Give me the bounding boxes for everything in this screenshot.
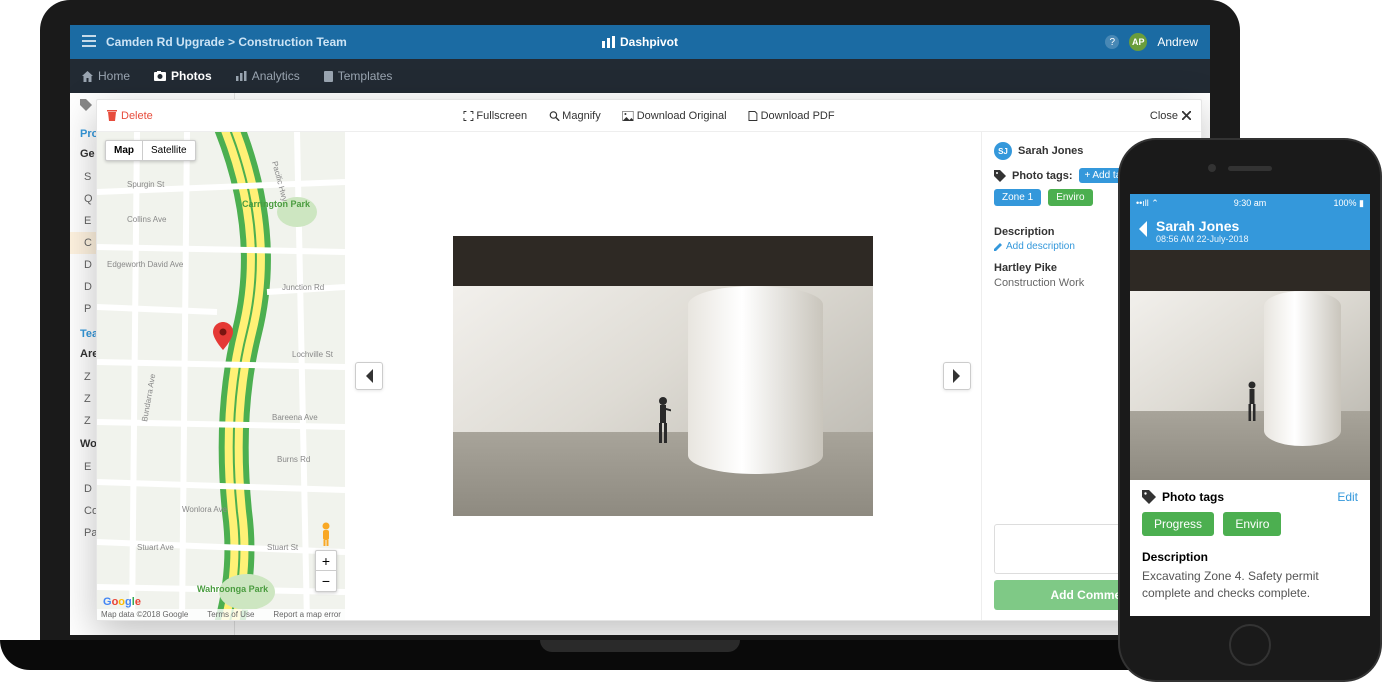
tag-enviro[interactable]: Enviro xyxy=(1048,189,1092,206)
map-panel[interactable]: Spurgin St Collins Ave Edgeworth David A… xyxy=(97,132,345,620)
svg-text:Stuart Ave: Stuart Ave xyxy=(137,543,174,552)
svg-text:Burns Rd: Burns Rd xyxy=(277,455,310,464)
expand-icon xyxy=(463,111,473,121)
tab-analytics[interactable]: Analytics xyxy=(236,69,300,83)
avatar[interactable]: AP xyxy=(1129,33,1147,51)
search-icon xyxy=(549,111,559,121)
phone-header: Sarah Jones 08:56 AM 22-July-2018 xyxy=(1130,212,1370,250)
brand-logo: Dashpivot xyxy=(602,35,678,49)
map-pin-icon xyxy=(213,322,233,350)
map-svg: Spurgin St Collins Ave Edgeworth David A… xyxy=(97,132,345,620)
tag-enviro[interactable]: Enviro xyxy=(1223,512,1281,536)
phone-frame: ••ıll ⌃ 9:30 am 100% ▮ Sarah Jones 08:56… xyxy=(1120,140,1380,680)
photo-viewer-modal: Delete Fullscreen Magnify Download Origi… xyxy=(96,99,1202,621)
bars-icon xyxy=(602,36,616,48)
zoom-control: + − xyxy=(315,550,337,592)
svg-text:Carrington Park: Carrington Park xyxy=(242,199,311,209)
tag-zone1[interactable]: Zone 1 xyxy=(994,189,1041,206)
person-figure xyxy=(655,396,671,446)
chevron-left-icon xyxy=(1138,221,1148,237)
close-icon xyxy=(1182,111,1191,120)
magnify-button[interactable]: Magnify xyxy=(549,110,601,122)
map-attribution: Map data ©2018 Google Terms of Use Repor… xyxy=(97,609,345,620)
svg-text:Wahroonga Park: Wahroonga Park xyxy=(197,584,269,594)
download-pdf-button[interactable]: Download PDF xyxy=(749,110,835,122)
status-time: 9:30 am xyxy=(1234,198,1267,208)
modal-toolbar: Delete Fullscreen Magnify Download Origi… xyxy=(97,100,1201,132)
home-button[interactable] xyxy=(1229,624,1271,666)
tag-progress[interactable]: Progress xyxy=(1142,512,1214,536)
svg-text:Stuart St: Stuart St xyxy=(267,543,299,552)
svg-text:Bareena Ave: Bareena Ave xyxy=(272,413,318,422)
user-name[interactable]: Andrew xyxy=(1157,35,1198,49)
back-button[interactable] xyxy=(1138,221,1148,242)
person-figure xyxy=(1245,381,1259,423)
signal-icon: ••ıll ⌃ xyxy=(1136,198,1159,209)
tab-photos[interactable]: Photos xyxy=(154,69,212,83)
zoom-out-button[interactable]: − xyxy=(316,571,336,591)
phone-description-heading: Description xyxy=(1142,550,1358,564)
fullscreen-button[interactable]: Fullscreen xyxy=(463,110,527,122)
user-name: Sarah Jones xyxy=(1018,145,1083,157)
battery-label: 100% ▮ xyxy=(1334,198,1364,209)
svg-text:Spurgin St: Spurgin St xyxy=(127,180,165,189)
pencil-icon xyxy=(994,242,1003,251)
tag-icon xyxy=(80,99,92,111)
phone-title: Sarah Jones xyxy=(1156,218,1249,234)
laptop-frame: Camden Rd Upgrade > Construction Team Da… xyxy=(40,0,1240,660)
map-type-toggle[interactable]: Map Satellite xyxy=(105,140,196,161)
prev-photo-button[interactable] xyxy=(355,362,383,390)
chevron-right-icon xyxy=(952,369,962,383)
phone-photo-image xyxy=(1130,250,1370,480)
phone-camera xyxy=(1208,164,1216,172)
phone-photo-tags-label: Photo tags xyxy=(1162,490,1224,504)
brand-name: Dashpivot xyxy=(620,35,678,49)
edit-tags-button[interactable]: Edit xyxy=(1337,490,1358,504)
photo-panel xyxy=(345,132,981,620)
plus-icon: + xyxy=(1085,170,1091,181)
file-icon xyxy=(749,111,758,121)
svg-text:Lochville St: Lochville St xyxy=(292,350,334,359)
tab-home[interactable]: Home xyxy=(82,69,130,83)
tag-icon xyxy=(1142,490,1156,504)
svg-text:Junction Rd: Junction Rd xyxy=(282,283,324,292)
next-photo-button[interactable] xyxy=(943,362,971,390)
chevron-left-icon xyxy=(364,369,374,383)
pegman-icon[interactable] xyxy=(317,522,335,546)
google-logo: Google xyxy=(103,596,141,608)
help-icon[interactable]: ? xyxy=(1105,35,1119,49)
delete-button[interactable]: Delete xyxy=(107,110,153,122)
photo-image xyxy=(453,236,873,516)
phone-subtitle: 08:56 AM 22-July-2018 xyxy=(1156,234,1249,244)
image-icon xyxy=(623,111,634,121)
top-bar: Camden Rd Upgrade > Construction Team Da… xyxy=(70,25,1210,59)
desktop-screen: Camden Rd Upgrade > Construction Team Da… xyxy=(70,25,1210,635)
laptop-trackpad-notch xyxy=(540,640,740,652)
nav-tabs: Home Photos Analytics Templates xyxy=(70,59,1210,93)
phone-body: Photo tags Edit Progress Enviro Descript… xyxy=(1130,480,1370,612)
download-original-button[interactable]: Download Original xyxy=(623,110,727,122)
phone-description-text: Excavating Zone 4. Safety permit complet… xyxy=(1142,568,1358,602)
tab-templates[interactable]: Templates xyxy=(324,69,393,83)
svg-text:Collins Ave: Collins Ave xyxy=(127,215,167,224)
close-button[interactable]: Close xyxy=(1150,110,1191,122)
breadcrumb[interactable]: Camden Rd Upgrade > Construction Team xyxy=(106,35,347,49)
svg-text:Edgeworth David Ave: Edgeworth David Ave xyxy=(107,260,184,269)
svg-text:Wonlora Ave: Wonlora Ave xyxy=(182,505,228,514)
trash-icon xyxy=(107,110,117,121)
phone-screen: ••ıll ⌃ 9:30 am 100% ▮ Sarah Jones 08:56… xyxy=(1130,194,1370,616)
user-avatar: SJ xyxy=(994,142,1012,160)
map-tab-satellite[interactable]: Satellite xyxy=(143,141,195,160)
map-tab-map[interactable]: Map xyxy=(106,141,143,160)
status-bar: ••ıll ⌃ 9:30 am 100% ▮ xyxy=(1130,194,1370,212)
zoom-in-button[interactable]: + xyxy=(316,551,336,571)
hamburger-icon[interactable] xyxy=(82,35,96,50)
tag-icon xyxy=(994,170,1006,182)
photo-tags-label: Photo tags: xyxy=(1012,170,1073,182)
phone-speaker xyxy=(1228,166,1272,171)
